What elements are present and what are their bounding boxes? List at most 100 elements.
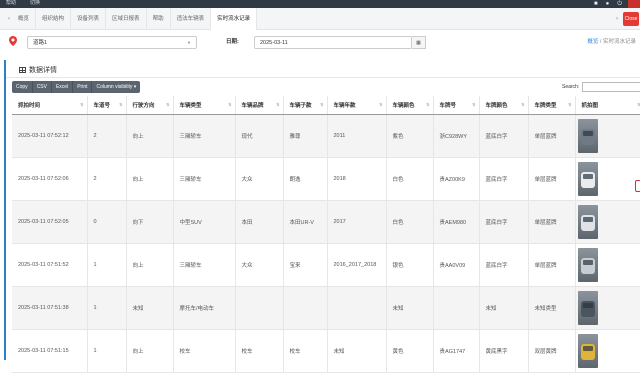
records-table: 抓拍时间 ⇅ 车道号 ⇅ 行驶方向 ⇅ 车辆类型 ⇅ 车辆品牌 ⇅ 车辆子款 ⇅ 车辆年款 ⇅ 车辆颜色 ⇅ 车…: [12, 96, 640, 373]
table-row[interactable]: 2025-03-11 07:52:05 0 向下 中型SUV 本田 本田UR-V 2017 白…: [12, 200, 640, 244]
vehicle-color-cell: 未知: [386, 286, 434, 330]
sort-icon[interactable]: ⇅: [568, 102, 571, 107]
brand-cell: 大众: [235, 157, 284, 201]
column-header[interactable]: 车牌颜色 ⇅: [479, 96, 529, 115]
tab-violation-vehicles[interactable]: 违法车辆表: [171, 8, 212, 30]
table-row[interactable]: 2025-03-11 07:51:15 1 向上 校车 校车 校车 未知 黄色 贵AG1747 黄…: [12, 329, 640, 373]
vehicle-color-cell: 白色: [386, 157, 434, 201]
capture-photo-cell: [575, 329, 640, 373]
year-cell: 2018: [327, 157, 387, 201]
road-select[interactable]: 道路1 ▼: [27, 36, 197, 49]
tab-overview[interactable]: 概览: [12, 8, 37, 30]
tab-area-daily-report[interactable]: 区域日报表: [106, 8, 147, 30]
column-header[interactable]: 车牌类型 ⇅: [528, 96, 576, 115]
capture-photo-cell: [575, 157, 640, 201]
brand-cell: 大众: [235, 243, 284, 287]
capture-photo-thumbnail[interactable]: [577, 161, 598, 196]
column-header[interactable]: 车辆类型 ⇅: [173, 96, 236, 115]
capture-photo-thumbnail[interactable]: [577, 118, 598, 153]
column-header[interactable]: 车牌号 ⇅: [433, 96, 480, 115]
csv-button[interactable]: CSV: [32, 81, 52, 93]
column-header[interactable]: 车辆颜色 ⇅: [386, 96, 434, 115]
plate-color-cell: 蓝底白字: [479, 243, 529, 287]
tab-device-list[interactable]: 设备列表: [71, 8, 107, 30]
column-header-label: 抓拍图: [581, 102, 599, 109]
sort-icon[interactable]: ⇅: [379, 102, 382, 107]
capture-photo-thumbnail[interactable]: [577, 290, 598, 325]
capture-time-cell: 2025-03-11 07:52:12: [12, 114, 88, 158]
column-header[interactable]: 车道号 ⇅: [87, 96, 127, 115]
bell-icon[interactable]: ■: [594, 0, 598, 8]
table-row[interactable]: 2025-03-11 07:52:12 2 向上 三厢轿车 现代 雅尊 2011 紫色 浙C92…: [12, 114, 640, 158]
sort-icon[interactable]: ⇅: [166, 102, 169, 107]
column-header[interactable]: 行驶方向 ⇅: [126, 96, 174, 115]
excel-button[interactable]: Excel: [51, 81, 74, 93]
user-icon[interactable]: ●: [606, 0, 610, 8]
menu-switch[interactable]: 切换: [30, 0, 40, 8]
sort-icon[interactable]: ⇅: [472, 102, 475, 107]
column-header-label: 车辆年款: [333, 102, 356, 109]
plate-color-cell: 蓝底白字: [479, 114, 529, 158]
power-icon[interactable]: ⏻: [617, 0, 622, 8]
sort-icon[interactable]: ⇅: [80, 102, 83, 107]
plate-color-cell: 黄底黑字: [479, 329, 529, 373]
table-body: 2025-03-11 07:52:12 2 向上 三厢轿车 现代 雅尊 2011 紫色 浙C92…: [12, 114, 640, 373]
capture-photo-cell: [575, 200, 640, 244]
panel-title-text: 数据详情: [29, 67, 57, 74]
capture-time-cell: 2025-03-11 07:51:52: [12, 243, 88, 287]
tab-bar: ‹ 概览 组织结构 设备列表 区域日报表 帮助 违法车辆表 实时流水记录 › C…: [0, 8, 640, 30]
column-header[interactable]: 抓拍图 ⇅: [575, 96, 640, 115]
table-row[interactable]: 2025-03-11 07:52:06 2 向上 三厢轿车 大众 朗逸 2018 白色 贵AZ0…: [12, 157, 640, 201]
plate-number-cell: 贵AEM980: [433, 200, 480, 244]
tab-org-structure[interactable]: 组织结构: [36, 8, 72, 30]
column-header[interactable]: 车辆子款 ⇅: [283, 96, 328, 115]
vehicle-type-cell: 摩托车/电动车: [173, 286, 236, 330]
tabs-next-icon[interactable]: ›: [611, 16, 623, 22]
table-row[interactable]: 2025-03-11 07:51:38 1 未知 摩托车/电动车 未知 未知 未知类型: [12, 286, 640, 330]
table-row[interactable]: 2025-03-11 07:51:52 1 向上 三厢轿车 大众 宝来 2016_2017_…: [12, 243, 640, 287]
breadcrumb-separator: /: [599, 39, 602, 45]
plate-number-cell: 贵AG1747: [433, 329, 480, 373]
vehicle-color-cell: 银色: [386, 243, 434, 287]
date-input[interactable]: 2025-03-11: [254, 36, 412, 49]
year-cell: 2016_2017_2018: [327, 243, 387, 287]
capture-photo-thumbnail[interactable]: [577, 204, 598, 239]
plate-color-cell: 未知: [479, 286, 529, 330]
breadcrumb-current: 实时流水记录: [602, 39, 636, 45]
sort-icon[interactable]: ⇅: [276, 102, 279, 107]
column-header-label: 车辆颜色: [392, 102, 415, 109]
plate-type-cell: 未知类型: [528, 286, 576, 330]
direction-cell: 未知: [126, 286, 174, 330]
plate-color-cell: 蓝底白字: [479, 200, 529, 244]
capture-photo-thumbnail[interactable]: [577, 247, 598, 282]
close-tabs-button[interactable]: Close: [623, 12, 639, 26]
search-input[interactable]: [582, 82, 640, 92]
copy-button[interactable]: Copy: [12, 81, 33, 93]
direction-cell: 向下: [126, 200, 174, 244]
side-scroll-tab[interactable]: [635, 180, 640, 192]
column-header[interactable]: 车辆品牌 ⇅: [235, 96, 284, 115]
capture-photo-thumbnail[interactable]: [577, 333, 598, 368]
capture-time-cell: 2025-03-11 07:52:06: [12, 157, 88, 201]
sort-icon[interactable]: ⇅: [228, 102, 231, 107]
menu-help[interactable]: 帮助: [6, 0, 16, 8]
print-button[interactable]: Print: [73, 81, 93, 93]
model-cell: 雅尊: [283, 114, 328, 158]
column-header-label: 车辆类型: [179, 102, 202, 109]
corner-close-icon[interactable]: [628, 0, 640, 8]
tab-help[interactable]: 帮助: [147, 8, 171, 30]
date-label: 日期:: [226, 39, 239, 45]
sort-icon[interactable]: ⇅: [119, 102, 122, 107]
column-header-label: 车辆子款: [289, 102, 312, 109]
breadcrumb-home-link[interactable]: 概览: [587, 39, 598, 45]
sort-icon[interactable]: ⇅: [521, 102, 524, 107]
column-header[interactable]: 抓拍时间 ⇅: [12, 96, 88, 115]
column-header[interactable]: 车辆年款 ⇅: [327, 96, 387, 115]
model-cell: 本田UR-V: [283, 200, 328, 244]
calendar-icon[interactable]: ▦: [412, 36, 426, 49]
sort-icon[interactable]: ⇅: [426, 102, 429, 107]
sort-icon[interactable]: ⇅: [320, 102, 323, 107]
lane-cell: 1: [87, 286, 127, 330]
tab-realtime-records[interactable]: 实时流水记录: [211, 8, 258, 30]
column-visibility-button[interactable]: Column visibility ▾: [92, 81, 141, 93]
